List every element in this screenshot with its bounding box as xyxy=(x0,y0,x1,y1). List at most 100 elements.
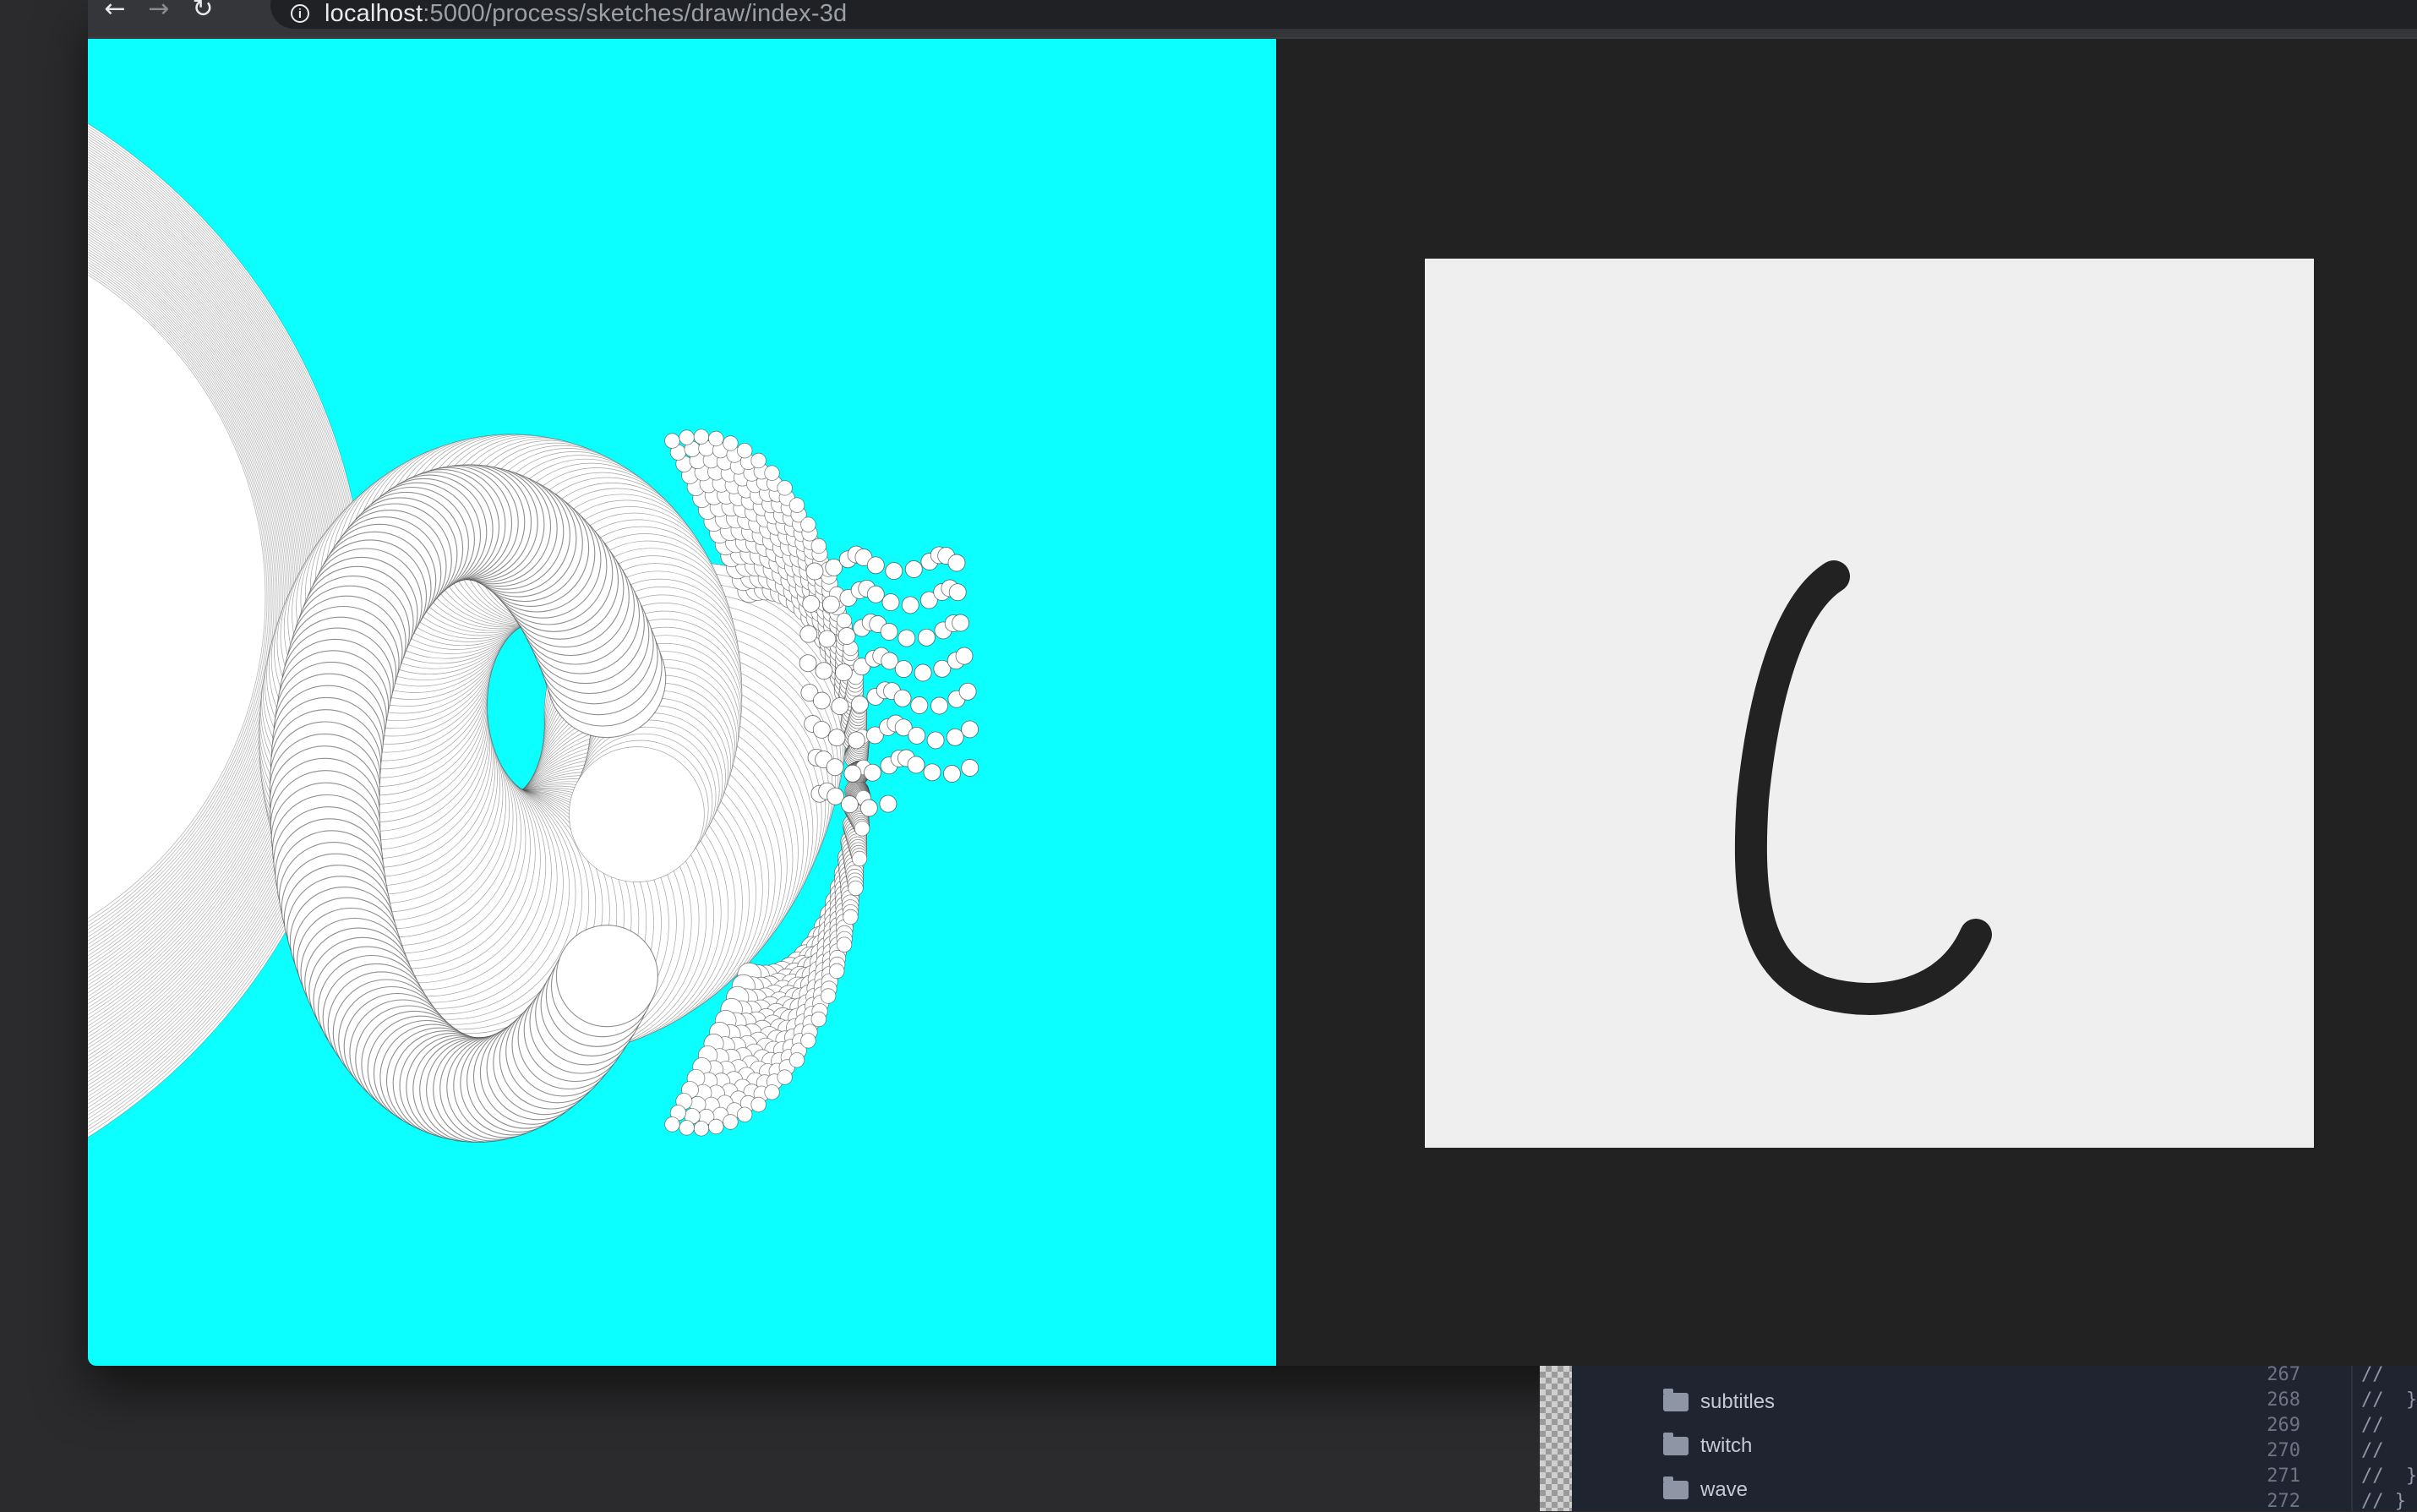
code-line[interactable]: // xyxy=(2361,1440,2384,1461)
folder-item-wave[interactable]: wave xyxy=(1663,1476,1748,1504)
sketch-dot xyxy=(885,562,903,581)
code-line[interactable]: // } xyxy=(2361,1389,2417,1411)
url-host: localhost xyxy=(325,0,423,27)
code-line[interactable]: // xyxy=(2361,1415,2384,1436)
sketch-dot xyxy=(898,629,916,647)
back-arrow-icon[interactable]: ← xyxy=(98,0,132,26)
sketch-dot xyxy=(805,562,824,581)
sketch-dot xyxy=(880,623,898,641)
line-number: 272 xyxy=(2267,1491,2300,1512)
sketch-tube xyxy=(555,925,658,1028)
sketch-fan-dot xyxy=(723,1114,739,1130)
sketch-dot xyxy=(930,696,948,715)
sketch-dot xyxy=(799,654,817,673)
sketch-dot xyxy=(850,695,869,713)
sketch-dot xyxy=(947,554,966,572)
sketch-fan-dot xyxy=(664,433,680,449)
sketch-dot xyxy=(948,583,967,602)
sketch-fan-dot xyxy=(777,1069,793,1085)
sketch-fan-dot xyxy=(851,850,868,867)
sketch-dot xyxy=(893,689,912,707)
forward-arrow-icon[interactable]: → xyxy=(142,0,176,26)
sketch-dot xyxy=(802,594,821,613)
sketch-fan-dot xyxy=(836,613,853,629)
folder-item-subtitles[interactable]: subtitles xyxy=(1663,1388,1775,1416)
sketch-ribbon xyxy=(569,746,705,882)
sketch-fan-dot xyxy=(820,988,837,1004)
sketch-fan-dot xyxy=(788,497,805,513)
line-number: 270 xyxy=(2267,1440,2300,1461)
sketch-dot xyxy=(894,660,913,679)
sketch-dot xyxy=(866,556,885,575)
sketch-dot xyxy=(907,756,925,774)
sketch-dot xyxy=(799,625,818,643)
sketch-dot xyxy=(961,759,979,777)
sketch-dot xyxy=(840,795,859,814)
sketch-dot xyxy=(946,728,964,746)
sketch-dot xyxy=(901,596,919,614)
browser-toolbar: ← → ↻ i localhost:5000/process/sketches/… xyxy=(88,0,2417,39)
sketch-fan-dot xyxy=(843,909,859,925)
sketch-dot xyxy=(908,726,926,745)
sketch-3d-canvas[interactable] xyxy=(88,39,1276,1366)
address-bar[interactable]: i localhost:5000/process/sketches/draw/i… xyxy=(270,0,2417,29)
code-line[interactable]: // } xyxy=(2361,1491,2406,1512)
sketch-fan-dot xyxy=(693,1121,710,1137)
sketch-fan-dot xyxy=(764,465,780,481)
sketch-fan-dot xyxy=(664,1116,680,1133)
sketch-fan-dot xyxy=(708,430,724,447)
drawn-stroke xyxy=(1734,560,1992,1015)
sketch-dot xyxy=(923,763,941,782)
url-path: :5000/process/sketches/draw/index-3d xyxy=(423,0,848,27)
sketch-fan-dot xyxy=(836,936,853,953)
sketch-fan-dot xyxy=(800,1033,816,1049)
line-number: 267 xyxy=(2267,1364,2300,1385)
sketch-fan-dot xyxy=(777,480,793,496)
code-line[interactable]: // } xyxy=(2361,1466,2417,1487)
line-number: 271 xyxy=(2267,1466,2300,1487)
sketch-fan-dot xyxy=(693,428,710,445)
sketch-fan-dot xyxy=(679,1120,695,1136)
folder-item-twitch[interactable]: twitch xyxy=(1663,1432,1752,1460)
sketch-3d-drawing xyxy=(88,123,979,1144)
folder-icon xyxy=(1663,1389,1689,1411)
line-number: 269 xyxy=(2267,1415,2300,1436)
sketch-dot xyxy=(859,799,878,817)
sketch-dot xyxy=(815,662,833,680)
folder-icon xyxy=(1663,1477,1689,1499)
sketch-dot xyxy=(831,697,849,716)
sketch-dot xyxy=(843,764,862,783)
sketch-fan-dot xyxy=(848,880,864,897)
sketch-dot xyxy=(826,758,844,777)
line-number: 268 xyxy=(2267,1389,2300,1411)
sketch-dot xyxy=(821,595,840,614)
sketch-dot xyxy=(958,682,977,701)
sketch-fan-dot xyxy=(854,821,870,837)
url-text[interactable]: localhost:5000/process/sketches/draw/ind… xyxy=(325,0,847,28)
sketch-dot xyxy=(812,720,831,739)
sketch-fan-dot xyxy=(737,1106,753,1123)
sketch-dot xyxy=(955,647,974,665)
code-line[interactable]: // xyxy=(2361,1364,2384,1385)
sketch-dot xyxy=(827,729,846,747)
sketch-dot xyxy=(943,765,961,783)
sketch-fan-dot xyxy=(750,452,767,469)
folder-label: wave xyxy=(1700,1478,1749,1501)
reload-icon[interactable]: ↻ xyxy=(186,0,220,26)
sketch-dot xyxy=(917,628,936,647)
folder-icon xyxy=(1663,1433,1689,1455)
sketch-fan-dot xyxy=(788,1052,805,1068)
sketch-fan-dot xyxy=(810,1011,827,1028)
info-icon[interactable]: i xyxy=(291,4,309,23)
sketch-dot xyxy=(881,593,900,612)
gutter-separator xyxy=(2351,1366,2353,1511)
sketch-dot xyxy=(926,731,945,750)
sketch-dot xyxy=(866,585,885,603)
sketch-fan-dot xyxy=(750,1096,767,1113)
sketch-dot xyxy=(910,696,929,714)
sketch-fan-dot xyxy=(764,1084,780,1100)
sketch-dot xyxy=(837,627,856,645)
drawing-pad[interactable] xyxy=(1425,259,2314,1148)
sketch-fan-dot xyxy=(737,443,753,459)
browser-window: ← → ↻ i localhost:5000/process/sketches/… xyxy=(88,0,2417,1366)
